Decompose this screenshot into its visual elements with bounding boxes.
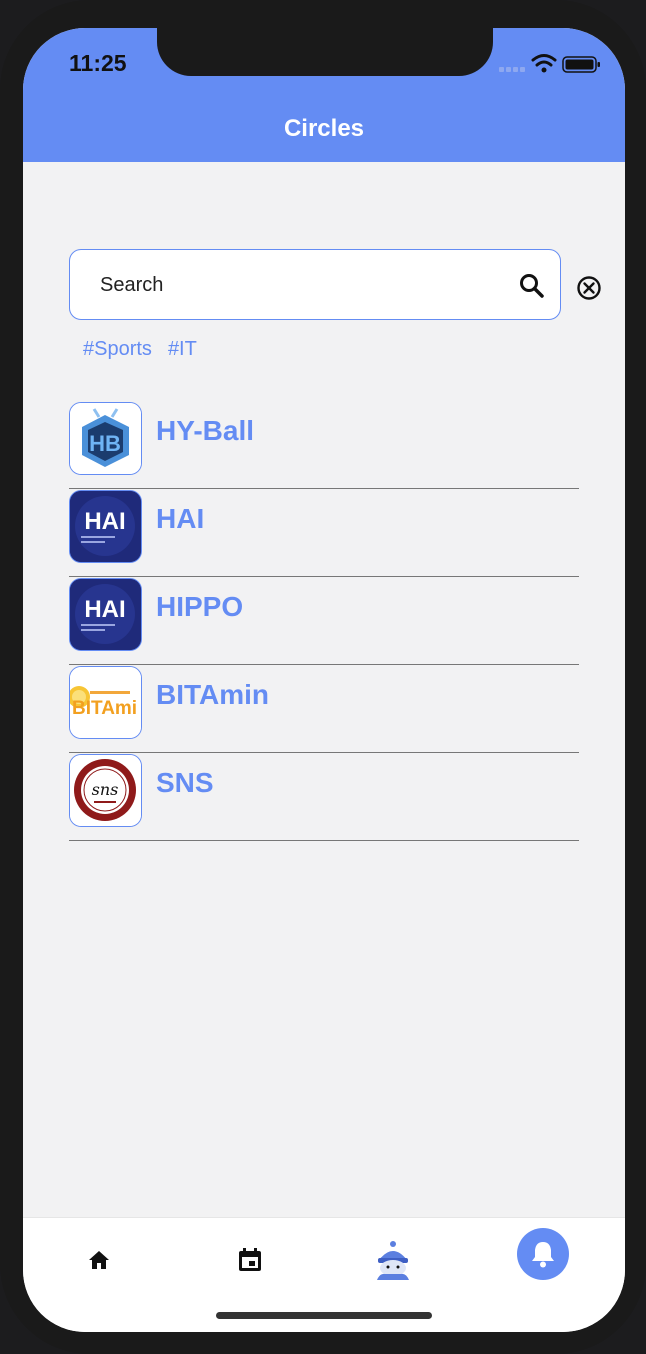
wifi-icon bbox=[531, 54, 557, 67]
hai-logo: HAI bbox=[69, 578, 142, 651]
circle-name: HIPPO bbox=[156, 591, 244, 622]
tag-it[interactable]: #IT bbox=[168, 338, 197, 361]
tab-mascot[interactable] bbox=[367, 1234, 419, 1286]
search-icon[interactable] bbox=[518, 272, 546, 300]
list-item[interactable]: BITAmi BITAmin bbox=[69, 665, 579, 753]
circle-name: HY-Ball bbox=[156, 415, 255, 446]
circle-list: HB HY-Ball HAI HAI HAI HIPPO BITAmi BITA… bbox=[69, 401, 579, 841]
mascot-icon bbox=[377, 1241, 409, 1280]
circle-name: SNS bbox=[156, 767, 214, 798]
tab-calendar[interactable] bbox=[224, 1234, 276, 1286]
clear-search-icon[interactable] bbox=[576, 275, 602, 301]
list-item[interactable]: HB HY-Ball bbox=[69, 401, 579, 489]
list-item[interactable]: sns SNS bbox=[69, 753, 579, 841]
tab-notifications[interactable] bbox=[517, 1228, 569, 1280]
status-icons bbox=[499, 54, 600, 73]
status-time: 11:25 bbox=[69, 50, 127, 76]
phone-frame: 11:25 Circles Search #Sports #IT HB HY-B… bbox=[0, 0, 646, 1354]
hyb-logo: HB bbox=[69, 402, 142, 475]
home-indicator bbox=[216, 1312, 432, 1319]
tag-list: #Sports #IT bbox=[83, 338, 197, 361]
hai-logo-text: HAI bbox=[84, 508, 125, 535]
tab-home[interactable] bbox=[73, 1234, 125, 1286]
bitamin-logo-text: BITAmi bbox=[72, 698, 137, 719]
battery-icon bbox=[562, 56, 600, 73]
sns-logo-text: sns bbox=[92, 780, 119, 799]
signal-icon bbox=[499, 67, 525, 72]
list-item[interactable]: HAI HAI bbox=[69, 489, 579, 577]
list-item[interactable]: HAI HIPPO bbox=[69, 577, 579, 665]
page-title: Circles bbox=[283, 115, 365, 142]
bell-icon bbox=[532, 1242, 554, 1268]
search-box[interactable] bbox=[69, 249, 561, 320]
bitamin-logo: BITAmi bbox=[69, 666, 142, 739]
circle-name: HAI bbox=[156, 503, 205, 534]
screen: 11:25 Circles Search #Sports #IT HB HY-B… bbox=[23, 28, 625, 1332]
notch bbox=[157, 28, 493, 76]
header: 11:25 Circles bbox=[23, 28, 625, 162]
circle-name: BITAmin bbox=[156, 679, 270, 710]
sns-logo: sns bbox=[69, 754, 142, 827]
home-icon bbox=[89, 1251, 109, 1269]
svg-text:HB: HB bbox=[89, 431, 121, 456]
search-input[interactable] bbox=[98, 266, 482, 304]
calendar-icon bbox=[239, 1248, 261, 1271]
tag-sports[interactable]: #Sports bbox=[83, 338, 152, 361]
hai-logo: HAI bbox=[69, 490, 142, 563]
hai-logo-text: HAI bbox=[84, 596, 125, 623]
